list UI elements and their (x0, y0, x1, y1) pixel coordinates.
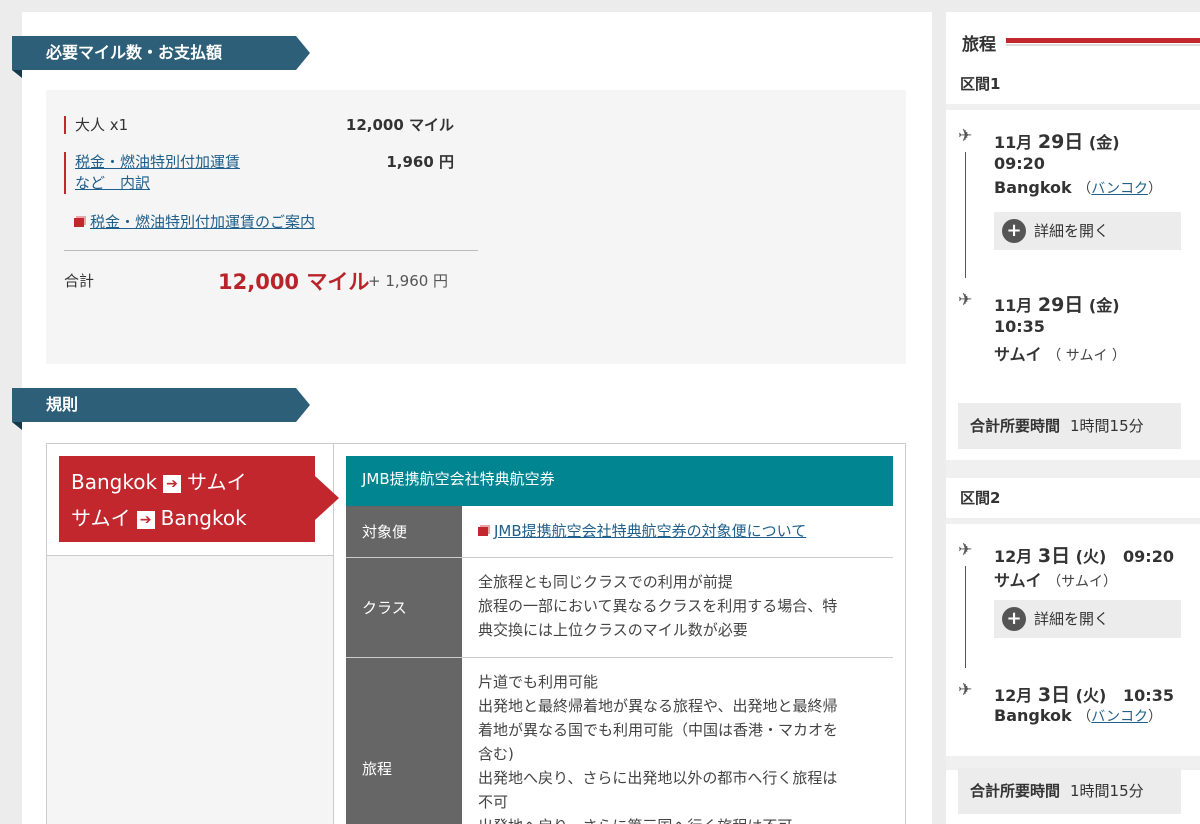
adult-miles: 12,000 マイル (345, 116, 454, 134)
route2-to: Bangkok (160, 506, 247, 530)
segment1-detail-button[interactable]: + 詳細を開く (994, 212, 1181, 250)
adult-label: 大人 x1 (64, 116, 129, 134)
arrow-right-icon: ➔ (136, 510, 155, 529)
target-flights-link-text[interactable]: JMB提携航空会社特典航空券の対象便について (494, 522, 806, 540)
segment1-departure-city: Bangkok （バンコク） (994, 178, 1162, 197)
rule-line: 旅程の一部において異なるクラスを利用する場合、特 (478, 597, 838, 615)
title-bar (1006, 38, 1200, 43)
route2-from: サムイ (71, 506, 131, 530)
segment1-departure-time: 09:20 (994, 154, 1045, 173)
rule-line: 出発地へ戻り、さらに出発地以外の都市へ行く旅程は (478, 769, 838, 787)
rule-key: 対象便 (346, 506, 462, 557)
takeoff-icon: ✈ (958, 126, 973, 146)
award-type-header: JMB提携航空会社特典航空券 (346, 456, 893, 506)
ribbon-fold (12, 422, 22, 430)
segment1-label: 区間1 (946, 64, 1200, 104)
rule-row-target-flights: 対象便 JMB提携航空会社特典航空券の対象便について (346, 506, 893, 558)
segment1-duration: 合計所要時間 1時間15分 (958, 403, 1181, 449)
segment2-arrival-city: Bangkok （バンコク） (994, 706, 1162, 725)
tax-link-line2[interactable]: など 内訳 (75, 174, 150, 192)
rule-line: 出発地へ戻り、さらに第三国へ行く旅程は不可 (478, 814, 877, 824)
payment-section-title: 必要マイル数・お支払額 (12, 36, 310, 70)
route-tag: Bangkok ➔ サムイ サムイ ➔ Bangkok (59, 456, 339, 542)
takeoff-icon: ✈ (958, 540, 973, 560)
rule-line: 不可 (478, 793, 509, 811)
rule-line: 出発地と最終帰着地が異なる旅程や、出発地と最終帰 (478, 697, 838, 715)
total-miles: 12,000 マイル (218, 270, 370, 294)
rules-section-title: 規則 (12, 388, 310, 422)
itinerary-title: 旅程 (962, 30, 1000, 55)
target-flights-link[interactable]: JMB提携航空会社特典航空券の対象便について (462, 506, 893, 557)
city-link[interactable]: バンコク (1091, 181, 1148, 197)
route1-to: サムイ (187, 470, 247, 494)
external-link-icon (478, 527, 488, 536)
segment2-departure-city: サムイ （サムイ） (994, 571, 1117, 590)
rule-row-class: クラス 全旅程とも同じクラスでの利用が前提 旅程の一部において異なるクラスを利用… (346, 558, 893, 658)
landing-icon: ✈ (958, 680, 973, 700)
landing-icon: ✈ (958, 290, 973, 310)
arrow-right-icon: ➔ (163, 474, 182, 493)
rule-line: 含む) (478, 745, 514, 763)
segment2-arrival: 12月 3日 (火) 10:35 (994, 684, 1174, 706)
route1-from: Bangkok (71, 470, 158, 494)
timeline-line (965, 152, 966, 278)
rule-line: 片道でも利用可能 (478, 673, 599, 691)
segment2-departure: 12月 3日 (火) 09:20 (994, 545, 1174, 567)
segment-gap (946, 460, 1200, 480)
total-label: 合計 (64, 272, 95, 290)
tax-value: 1,960 円 (386, 153, 454, 171)
rule-line: 着地が異なる国でも利用可能（中国は香港・マカオを (478, 721, 839, 739)
segment2-detail-button[interactable]: + 詳細を開く (994, 600, 1181, 638)
segment1-departure-date: 11月 29日 (金) (994, 131, 1120, 153)
rule-line: 典交換には上位クラスのマイル数が必要 (478, 621, 748, 639)
city-link[interactable]: バンコク (1091, 709, 1148, 725)
segment1-arrival-time: 10:35 (994, 317, 1045, 336)
title-bar-shadow (1006, 44, 1200, 46)
plus-icon: + (1002, 219, 1026, 243)
external-link-icon (74, 218, 84, 227)
total-yen: + 1,960 円 (368, 272, 449, 290)
tax-guide-link[interactable]: 税金・燃油特別付加運賃のご案内 (74, 211, 464, 232)
plus-icon: + (1002, 607, 1026, 631)
segment2-duration: 合計所要時間 1時間15分 (958, 768, 1181, 814)
rule-key: クラス (346, 558, 462, 657)
rule-value: 全旅程とも同じクラスでの利用が前提 旅程の一部において異なるクラスを利用する場合… (462, 558, 893, 657)
rule-row-itinerary: 旅程 片道でも利用可能 出発地と最終帰着地が異なる旅程や、出発地と最終帰 着地が… (346, 658, 893, 824)
tax-link-line1[interactable]: 税金・燃油特別付加運賃 (75, 153, 240, 171)
rule-key: 旅程 (346, 658, 462, 824)
rule-line: 全旅程とも同じクラスでの利用が前提 (478, 573, 733, 591)
tax-guide-link-text[interactable]: 税金・燃油特別付加運賃のご案内 (90, 213, 315, 231)
segment1-arrival-date: 11月 29日 (金) (994, 294, 1120, 316)
tax-row: 税金・燃油特別付加運賃 など 内訳 1,960 円 (64, 152, 454, 194)
ribbon-fold (12, 70, 22, 78)
segment2-label: 区間2 (946, 478, 1200, 518)
rule-value: 片道でも利用可能 出発地と最終帰着地が異なる旅程や、出発地と最終帰 着地が異なる… (462, 658, 893, 824)
timeline-line (965, 566, 966, 668)
adult-row: 大人 x1 12,000 マイル (64, 114, 454, 135)
segment1-arrival-city: サムイ （ サムイ ） (994, 345, 1126, 364)
payment-divider (64, 250, 478, 251)
